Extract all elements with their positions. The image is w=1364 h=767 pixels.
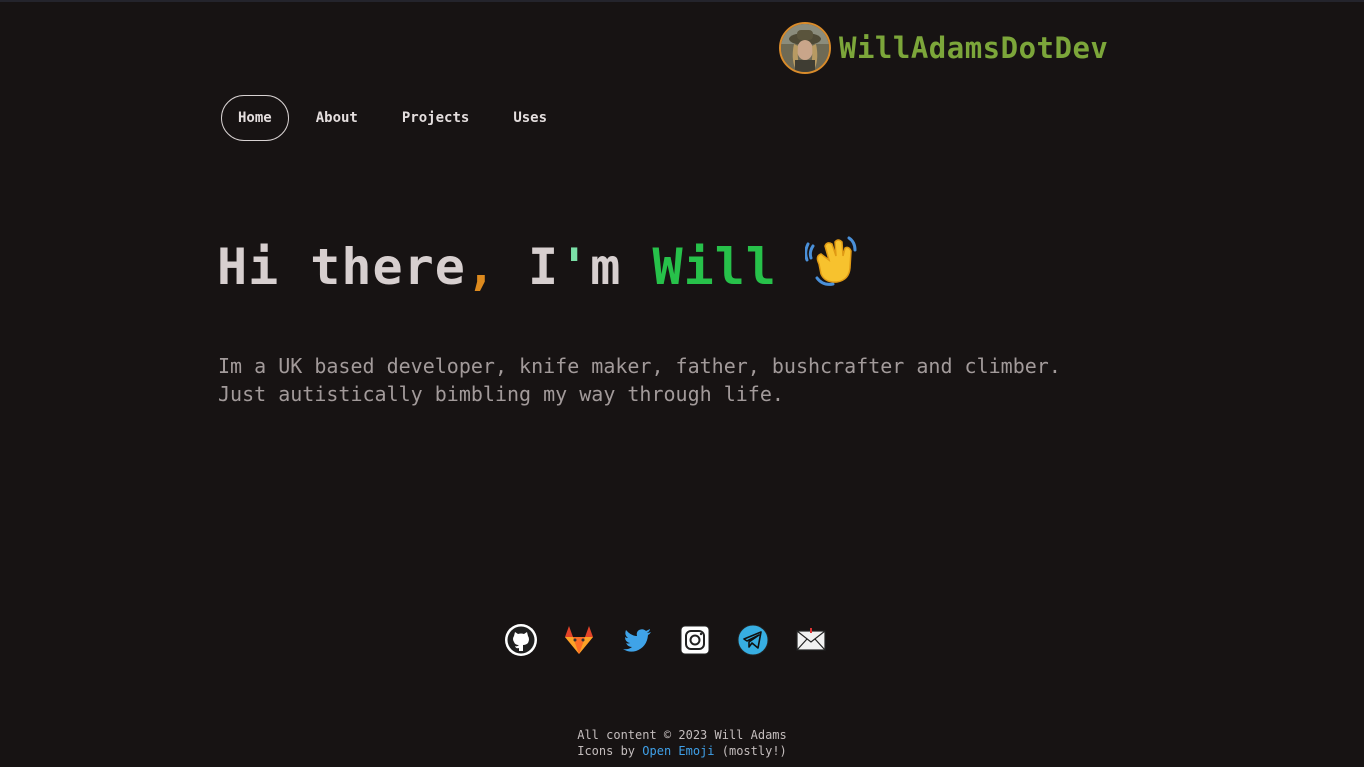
hero-heading: Hi there, I ' m Will — [217, 232, 859, 302]
social-links — [503, 624, 851, 660]
intro-line-1: Im a UK based developer, knife maker, fa… — [218, 354, 1061, 378]
nav-item-home[interactable]: Home — [221, 95, 289, 141]
twitter-link[interactable] — [619, 624, 655, 660]
hero-comma: , — [465, 238, 497, 296]
email-icon — [795, 624, 827, 660]
waving-hand-icon — [804, 234, 859, 300]
brand-link[interactable]: WillAdamsDotDev — [779, 22, 1108, 74]
nav-item-uses[interactable]: Uses — [496, 95, 564, 141]
footer-credits: Icons by Open Emoji (mostly!) — [0, 743, 1364, 759]
intro-line-2: Just autistically bimbling my way throug… — [218, 382, 784, 406]
intro-text: Im a UK based developer, knife maker, fa… — [218, 352, 1118, 408]
hero-name: Will — [652, 238, 777, 296]
footer-icons-suffix: (mostly!) — [714, 744, 787, 758]
hero-im-end: m — [590, 238, 653, 296]
gitlab-link[interactable] — [561, 624, 597, 660]
brand-name: WillAdamsDotDev — [839, 31, 1109, 65]
hero-im-start: I — [496, 238, 560, 296]
telegram-link[interactable] — [735, 624, 771, 660]
telegram-icon — [737, 624, 769, 660]
footer: All content © 2023 Will Adams Icons by O… — [0, 727, 1364, 759]
hero-apostrophe: ' — [559, 238, 591, 296]
nav-item-projects[interactable]: Projects — [385, 95, 486, 141]
footer-copyright: All content © 2023 Will Adams — [577, 728, 787, 742]
hero-greeting: Hi there — [217, 238, 466, 296]
main-nav: Home About Projects Uses — [221, 94, 574, 142]
instagram-link[interactable] — [677, 624, 713, 660]
github-icon — [504, 623, 538, 661]
instagram-icon — [680, 625, 710, 659]
avatar — [779, 22, 831, 74]
open-emoji-link[interactable]: Open Emoji — [642, 744, 714, 758]
twitter-icon — [621, 624, 653, 660]
github-link[interactable] — [503, 624, 539, 660]
nav-item-about[interactable]: About — [299, 95, 375, 141]
top-border — [0, 0, 1364, 2]
footer-icons-prefix: Icons by — [577, 744, 643, 758]
gitlab-icon — [562, 623, 596, 661]
email-link[interactable] — [793, 624, 829, 660]
